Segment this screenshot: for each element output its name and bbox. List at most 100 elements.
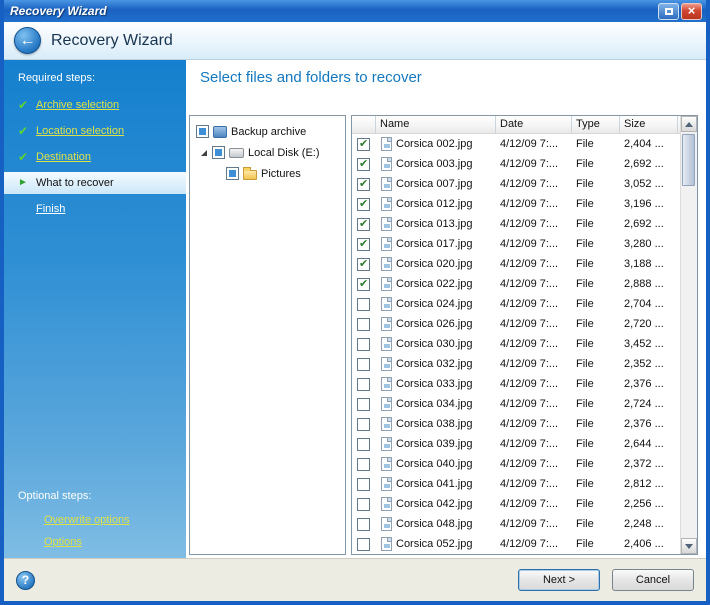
file-row[interactable]: Corsica 030.jpg4/12/09 7:...File3,452 ..… — [352, 334, 680, 354]
file-checkbox[interactable] — [357, 538, 370, 551]
sidebar-link-options[interactable]: Options — [44, 536, 130, 548]
file-checkbox[interactable] — [357, 358, 370, 371]
row-checkbox-cell — [352, 238, 376, 251]
expander-icon[interactable] — [201, 150, 207, 156]
recovery-wizard-window: Recovery Wizard × ← Recovery Wizard Requ… — [0, 0, 710, 605]
file-list-pane: NameDateTypeSize Corsica 002.jpg4/12/09 … — [351, 115, 698, 555]
scrollbar-thumb[interactable] — [682, 134, 695, 186]
file-name-cell: Corsica 022.jpg — [376, 277, 496, 291]
file-checkbox[interactable] — [357, 418, 370, 431]
back-arrow-icon: ← — [20, 32, 36, 50]
help-icon: ? — [22, 573, 29, 587]
file-size-cell: 2,812 ... — [620, 478, 678, 490]
row-checkbox-cell — [352, 538, 376, 551]
file-row[interactable]: Corsica 039.jpg4/12/09 7:...File2,644 ..… — [352, 434, 680, 454]
column-header-date[interactable]: Date — [496, 116, 572, 133]
sidebar-link-overwrite-options[interactable]: Overwrite options — [44, 514, 130, 526]
file-name: Corsica 017.jpg — [396, 238, 472, 250]
file-row[interactable]: Corsica 002.jpg4/12/09 7:...File2,404 ..… — [352, 134, 680, 154]
file-date-cell: 4/12/09 7:... — [496, 398, 572, 410]
column-header-size[interactable]: Size — [620, 116, 678, 133]
file-checkbox[interactable] — [357, 278, 370, 291]
file-row[interactable]: Corsica 003.jpg4/12/09 7:...File2,692 ..… — [352, 154, 680, 174]
file-row[interactable]: Corsica 024.jpg4/12/09 7:...File2,704 ..… — [352, 294, 680, 314]
scrollbar-track[interactable] — [681, 132, 697, 538]
tree-checkbox[interactable] — [212, 146, 225, 159]
file-row[interactable]: Corsica 032.jpg4/12/09 7:...File2,352 ..… — [352, 354, 680, 374]
tree-item-local-disk-e[interactable]: Local Disk (E:) — [190, 142, 345, 163]
file-size-cell: 2,256 ... — [620, 498, 678, 510]
column-header-checkbox[interactable] — [352, 116, 376, 133]
close-button[interactable]: × — [681, 3, 702, 20]
file-row[interactable]: Corsica 012.jpg4/12/09 7:...File3,196 ..… — [352, 194, 680, 214]
sidebar-step-finish[interactable]: Finish — [4, 196, 186, 222]
file-checkbox[interactable] — [357, 298, 370, 311]
file-row[interactable]: Corsica 020.jpg4/12/09 7:...File3,188 ..… — [352, 254, 680, 274]
file-row[interactable]: Corsica 042.jpg4/12/09 7:...File2,256 ..… — [352, 494, 680, 514]
file-checkbox[interactable] — [357, 218, 370, 231]
row-checkbox-cell — [352, 218, 376, 231]
file-row[interactable]: Corsica 022.jpg4/12/09 7:...File2,888 ..… — [352, 274, 680, 294]
file-checkbox[interactable] — [357, 378, 370, 391]
file-checkbox[interactable] — [357, 238, 370, 251]
file-checkbox[interactable] — [357, 318, 370, 331]
file-row[interactable]: Corsica 041.jpg4/12/09 7:...File2,812 ..… — [352, 474, 680, 494]
file-checkbox[interactable] — [357, 398, 370, 411]
file-type-cell: File — [572, 418, 620, 430]
file-checkbox[interactable] — [357, 258, 370, 271]
file-size-cell: 2,406 ... — [620, 538, 678, 550]
column-header-type[interactable]: Type — [572, 116, 620, 133]
file-checkbox[interactable] — [357, 198, 370, 211]
file-name-cell: Corsica 052.jpg — [376, 537, 496, 551]
scroll-up-button[interactable] — [681, 116, 697, 132]
sidebar-step-location-selection[interactable]: ✔Location selection — [4, 118, 186, 144]
scroll-down-button[interactable] — [681, 538, 697, 554]
tree-item-backup-archive[interactable]: Backup archive — [190, 121, 345, 142]
sidebar-step-what-to-recover[interactable]: ►What to recover — [4, 172, 186, 194]
sidebar-step-destination[interactable]: ✔Destination — [4, 144, 186, 170]
file-date-cell: 4/12/09 7:... — [496, 498, 572, 510]
file-row[interactable]: Corsica 007.jpg4/12/09 7:...File3,052 ..… — [352, 174, 680, 194]
tree-item-label: Pictures — [261, 168, 301, 180]
file-type-cell: File — [572, 498, 620, 510]
tree-item-pictures[interactable]: Pictures — [190, 163, 345, 184]
vertical-scrollbar[interactable] — [680, 116, 697, 554]
cancel-button[interactable]: Cancel — [612, 569, 694, 591]
file-checkbox[interactable] — [357, 458, 370, 471]
file-row[interactable]: Corsica 034.jpg4/12/09 7:...File2,724 ..… — [352, 394, 680, 414]
column-header-name[interactable]: Name — [376, 116, 496, 133]
file-row[interactable]: Corsica 048.jpg4/12/09 7:...File2,248 ..… — [352, 514, 680, 534]
file-row[interactable]: Corsica 052.jpg4/12/09 7:...File2,406 ..… — [352, 534, 680, 554]
file-row[interactable]: Corsica 026.jpg4/12/09 7:...File2,720 ..… — [352, 314, 680, 334]
file-checkbox[interactable] — [357, 438, 370, 451]
file-checkbox[interactable] — [357, 138, 370, 151]
tree-checkbox[interactable] — [196, 125, 209, 138]
maximize-button[interactable] — [658, 3, 679, 20]
file-name-cell: Corsica 017.jpg — [376, 237, 496, 251]
file-name-cell: Corsica 042.jpg — [376, 497, 496, 511]
file-checkbox[interactable] — [357, 178, 370, 191]
file-name-cell: Corsica 048.jpg — [376, 517, 496, 531]
file-type-cell: File — [572, 178, 620, 190]
file-row[interactable]: Corsica 038.jpg4/12/09 7:...File2,376 ..… — [352, 414, 680, 434]
file-icon — [381, 437, 392, 451]
file-row[interactable]: Corsica 013.jpg4/12/09 7:...File2,692 ..… — [352, 214, 680, 234]
tree-checkbox[interactable] — [226, 167, 239, 180]
back-button[interactable]: ← — [14, 27, 41, 54]
file-icon — [381, 497, 392, 511]
file-row[interactable]: Corsica 040.jpg4/12/09 7:...File2,372 ..… — [352, 454, 680, 474]
file-type-cell: File — [572, 458, 620, 470]
file-checkbox[interactable] — [357, 338, 370, 351]
file-row[interactable]: Corsica 017.jpg4/12/09 7:...File3,280 ..… — [352, 234, 680, 254]
file-checkbox[interactable] — [357, 158, 370, 171]
window-controls: × — [658, 3, 702, 20]
file-size-cell: 3,188 ... — [620, 258, 678, 270]
sidebar-step-archive-selection[interactable]: ✔Archive selection — [4, 92, 186, 118]
file-checkbox[interactable] — [357, 498, 370, 511]
file-row[interactable]: Corsica 033.jpg4/12/09 7:...File2,376 ..… — [352, 374, 680, 394]
file-checkbox[interactable] — [357, 478, 370, 491]
help-button[interactable]: ? — [16, 571, 35, 590]
file-checkbox[interactable] — [357, 518, 370, 531]
file-name: Corsica 032.jpg — [396, 358, 472, 370]
next-button[interactable]: Next > — [518, 569, 600, 591]
